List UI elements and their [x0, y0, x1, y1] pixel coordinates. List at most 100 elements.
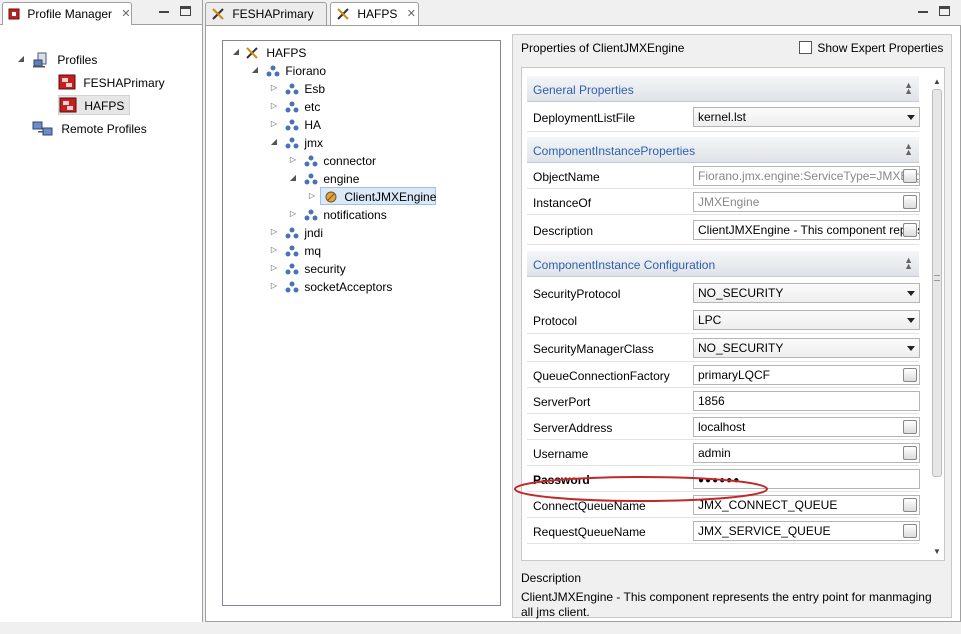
close-icon[interactable]: ✕ — [121, 7, 130, 20]
minimize-icon[interactable] — [917, 5, 929, 17]
node-group-icon — [304, 209, 318, 221]
tree-item-remote-profiles[interactable]: Remote Profiles — [32, 119, 149, 137]
node-group-icon — [285, 137, 299, 149]
prop-row-securityprotocol: SecurityProtocol NO_SECURITY — [527, 278, 920, 308]
edit-value-button[interactable] — [903, 169, 917, 183]
profile-manager-tabbar: Profile Manager ✕ — [0, 0, 202, 25]
section-componentinstance-configuration[interactable]: ComponentInstance Configuration ▲ ▲ — [527, 251, 919, 277]
prop-name: SecurityProtocol — [533, 287, 621, 301]
maximize-icon[interactable] — [939, 6, 950, 16]
collapse-icon[interactable]: ▲ ▲ — [904, 81, 913, 96]
tab-hafps[interactable]: HAFPS ✕ — [330, 2, 419, 25]
serveraddress-field[interactable]: localhost — [693, 417, 920, 437]
tab-label: HAFPS — [357, 6, 398, 21]
tree-item-esb[interactable]: ▷ Esb — [269, 79, 327, 97]
tree-item-fiorano[interactable]: ◢ Fiorano — [250, 61, 328, 79]
expand-triangle-icon[interactable]: ◢ — [288, 173, 298, 183]
node-group-icon — [285, 245, 299, 257]
chevron-down-icon[interactable] — [907, 115, 915, 120]
tree-item-jmx[interactable]: ◢ jmx — [269, 133, 325, 151]
tree-item-mq[interactable]: ▷ mq — [269, 241, 323, 259]
prop-value: JMXEngine — [698, 195, 760, 209]
tree-item-clientjmxengine[interactable]: ▷ ClientJMXEngine — [307, 187, 438, 205]
requestqueuename-field[interactable]: JMX_SERVICE_QUEUE — [693, 521, 920, 541]
prop-value: kernel.lst — [698, 110, 747, 124]
serverport-field[interactable]: 1856 — [693, 391, 920, 411]
component-tree: ◢ HAFPS ◢ Fiorano ▷ Esb ▷ etc ▷ HA ◢ jmx… — [222, 40, 501, 606]
tree-item-etc[interactable]: ▷ etc — [269, 97, 322, 115]
edit-value-button[interactable] — [903, 524, 917, 538]
expand-triangle-icon[interactable]: ◢ — [250, 65, 260, 75]
queueconnectionfactory-field[interactable]: primaryLQCF — [693, 365, 920, 385]
tools-icon — [246, 47, 258, 59]
edit-value-button[interactable] — [903, 446, 917, 460]
expand-triangle-icon[interactable]: ◢ — [269, 137, 279, 147]
prop-value: JMX_SERVICE_QUEUE — [698, 524, 831, 538]
edit-value-button[interactable] — [903, 223, 917, 237]
property-sheet: Properties of ClientJMXEngine Show Exper… — [512, 34, 952, 619]
server-profile-icon — [59, 97, 77, 113]
section-title: General Properties — [533, 83, 634, 97]
collapsed-triangle-icon[interactable]: ▷ — [269, 281, 279, 291]
close-icon[interactable]: ✕ — [407, 7, 416, 20]
expand-triangle-icon[interactable]: ◢ — [16, 54, 26, 64]
edit-value-button[interactable] — [903, 368, 917, 382]
tree-item-profiles[interactable]: ◢ Profiles — [16, 50, 99, 68]
tree-item-security[interactable]: ▷ security — [269, 259, 348, 277]
collapsed-triangle-icon[interactable]: ▷ — [288, 209, 298, 219]
prop-name: ServerAddress — [533, 421, 613, 435]
maximize-icon[interactable] — [180, 6, 191, 16]
tree-item-label: socketAcceptors — [304, 279, 393, 294]
securitymanagerclass-select[interactable]: NO_SECURITY — [693, 338, 920, 358]
username-field[interactable]: admin — [693, 443, 920, 463]
edit-value-button[interactable] — [903, 420, 917, 434]
chevron-down-icon[interactable] — [907, 291, 915, 296]
collapsed-triangle-icon[interactable]: ▷ — [269, 227, 279, 237]
minimize-icon[interactable] — [158, 5, 170, 17]
prop-row-queueconnectionfactory: QueueConnectionFactory primaryLQCF — [527, 362, 920, 388]
collapse-icon[interactable]: ▲ ▲ — [904, 142, 913, 157]
deploymentlistfile-select[interactable]: kernel.lst — [693, 107, 920, 127]
tree-item-connector[interactable]: ▷ connector — [288, 151, 378, 169]
objectname-field[interactable]: Fiorano.jmx.engine:ServiceType=JMXEngine — [693, 166, 920, 186]
editor-body: ◢ HAFPS ◢ Fiorano ▷ Esb ▷ etc ▷ HA ◢ jmx… — [205, 25, 961, 622]
tree-item-hafps-root[interactable]: ◢ HAFPS — [231, 43, 308, 61]
prop-value: primaryLQCF — [698, 368, 771, 382]
section-componentinstanceproperties[interactable]: ComponentInstanceProperties ▲ ▲ — [527, 137, 919, 163]
prop-name: ObjectName — [533, 170, 600, 184]
securityprotocol-select[interactable]: NO_SECURITY — [693, 283, 920, 303]
collapsed-triangle-icon[interactable]: ▷ — [269, 101, 279, 111]
tree-item-hafps[interactable]: HAFPS — [58, 95, 131, 115]
expand-triangle-icon[interactable]: ◢ — [231, 47, 241, 57]
tree-item-label: HA — [304, 117, 322, 132]
collapse-icon[interactable]: ▲ ▲ — [904, 256, 913, 271]
protocol-select[interactable]: LPC — [693, 310, 920, 330]
tree-item-notifications[interactable]: ▷ notifications — [288, 205, 389, 223]
node-group-icon — [285, 227, 299, 239]
collapsed-triangle-icon[interactable]: ▷ — [307, 191, 317, 201]
chevron-down-icon[interactable] — [907, 318, 915, 323]
edit-value-button[interactable] — [903, 498, 917, 512]
section-general-properties[interactable]: General Properties ▲ ▲ — [527, 76, 919, 102]
instanceof-field[interactable]: JMXEngine — [693, 192, 920, 212]
tree-item-engine[interactable]: ◢ engine — [288, 169, 361, 187]
collapsed-triangle-icon[interactable]: ▷ — [269, 245, 279, 255]
tree-item-socketacceptors[interactable]: ▷ socketAcceptors — [269, 277, 394, 295]
server-profile-icon — [58, 74, 76, 90]
collapsed-triangle-icon[interactable]: ▷ — [288, 155, 298, 165]
collapsed-triangle-icon[interactable]: ▷ — [269, 119, 279, 129]
collapsed-triangle-icon[interactable]: ▷ — [269, 83, 279, 93]
tab-profile-manager[interactable]: Profile Manager ✕ — [2, 2, 132, 25]
prop-row-securitymanagerclass: SecurityManagerClass NO_SECURITY — [527, 334, 920, 362]
chevron-down-icon[interactable] — [907, 346, 915, 351]
tree-item-feshaprimary[interactable]: FESHAPrimary — [58, 73, 167, 91]
tree-item-ha[interactable]: ▷ HA — [269, 115, 323, 133]
collapsed-triangle-icon[interactable]: ▷ — [269, 263, 279, 273]
tree-item-jndi[interactable]: ▷ jndi — [269, 223, 325, 241]
node-group-icon — [285, 101, 299, 113]
description-text: ClientJMXEngine - This component represe… — [521, 590, 932, 619]
tab-feshaprimary[interactable]: FESHAPrimary — [205, 2, 327, 25]
prop-row-deploymentlistfile: DeploymentListFile kernel.lst — [527, 102, 920, 132]
edit-value-button[interactable] — [903, 195, 917, 209]
description-field[interactable]: ClientJMXEngine - This component represe… — [693, 220, 920, 240]
